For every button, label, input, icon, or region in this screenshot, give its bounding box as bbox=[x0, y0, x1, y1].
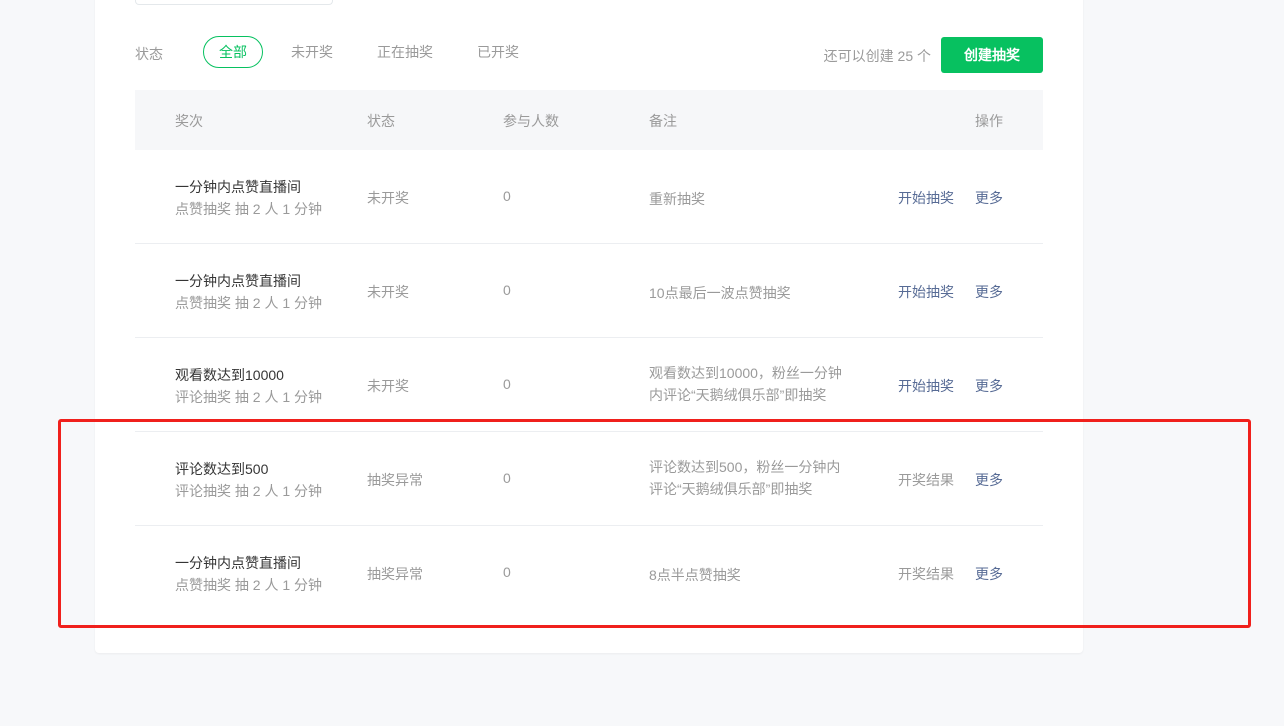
row-count: 0 bbox=[503, 470, 511, 486]
row-subtitle: 评论抽奖 抽 2 人 1 分钟 bbox=[175, 483, 323, 499]
row-title: 观看数达到10000 bbox=[175, 367, 284, 383]
start-lottery-button[interactable]: 开始抽奖 bbox=[898, 282, 954, 302]
filter-bar: 状态 全部 未开奖 正在抽奖 已开奖 还可以创建 25 个 创建抽奖 bbox=[135, 36, 1043, 73]
row-subtitle: 点赞抽奖 抽 2 人 1 分钟 bbox=[175, 295, 323, 311]
more-button[interactable]: 更多 bbox=[975, 564, 1003, 584]
header-name: 奖次 bbox=[175, 113, 203, 129]
remaining-count-text: 还可以创建 25 个 bbox=[823, 48, 931, 64]
more-button[interactable]: 更多 bbox=[975, 282, 1003, 302]
tab-not-drawn[interactable]: 未开奖 bbox=[275, 36, 349, 68]
draw-result-button[interactable]: 开奖结果 bbox=[898, 470, 954, 490]
row-count: 0 bbox=[503, 282, 511, 298]
more-button[interactable]: 更多 bbox=[975, 470, 1003, 490]
header-op: 操作 bbox=[975, 113, 1003, 129]
tab-drawing[interactable]: 正在抽奖 bbox=[361, 36, 449, 68]
table-row: 一分钟内点赞直播间 点赞抽奖 抽 2 人 1 分钟 未开奖 0 10点最后一波点… bbox=[135, 244, 1043, 338]
row-title: 一分钟内点赞直播间 bbox=[175, 555, 301, 571]
status-tabs: 全部 未开奖 正在抽奖 已开奖 bbox=[203, 36, 547, 68]
tab-drawn[interactable]: 已开奖 bbox=[461, 36, 535, 68]
row-note: 评论数达到500，粉丝一分钟内 评论“天鹅绒俱乐部”即抽奖 bbox=[649, 459, 841, 497]
row-note: 观看数达到10000，粉丝一分钟 内评论“天鹅绒俱乐部”即抽奖 bbox=[649, 365, 842, 403]
row-status: 未开奖 bbox=[367, 284, 409, 300]
table-row: 一分钟内点赞直播间 点赞抽奖 抽 2 人 1 分钟 未开奖 0 重新抽奖 开始抽… bbox=[135, 150, 1043, 244]
row-status: 抽奖异常 bbox=[367, 472, 423, 488]
more-button[interactable]: 更多 bbox=[975, 376, 1003, 396]
start-lottery-button[interactable]: 开始抽奖 bbox=[898, 188, 954, 208]
tab-all[interactable]: 全部 bbox=[203, 36, 263, 68]
start-lottery-button[interactable]: 开始抽奖 bbox=[898, 376, 954, 396]
row-note: 10点最后一波点赞抽奖 bbox=[649, 285, 791, 301]
row-status: 未开奖 bbox=[367, 378, 409, 394]
row-status: 抽奖异常 bbox=[367, 566, 423, 582]
header-count: 参与人数 bbox=[503, 113, 559, 129]
row-subtitle: 点赞抽奖 抽 2 人 1 分钟 bbox=[175, 577, 323, 593]
draw-result-button[interactable]: 开奖结果 bbox=[898, 564, 954, 584]
row-subtitle: 点赞抽奖 抽 2 人 1 分钟 bbox=[175, 201, 323, 217]
row-title: 一分钟内点赞直播间 bbox=[175, 179, 301, 195]
row-count: 0 bbox=[503, 376, 511, 392]
create-lottery-button[interactable]: 创建抽奖 bbox=[941, 37, 1043, 73]
row-note: 重新抽奖 bbox=[649, 191, 705, 207]
row-title: 一分钟内点赞直播间 bbox=[175, 273, 301, 289]
row-count: 0 bbox=[503, 564, 511, 580]
row-title: 评论数达到500 bbox=[175, 461, 269, 477]
more-button[interactable]: 更多 bbox=[975, 188, 1003, 208]
table-row: 评论数达到500 评论抽奖 抽 2 人 1 分钟 抽奖异常 0 评论数达到500… bbox=[135, 432, 1043, 526]
row-subtitle: 评论抽奖 抽 2 人 1 分钟 bbox=[175, 389, 323, 405]
lottery-table: 奖次 状态 参与人数 备注 操作 一分钟内点赞直播间 点赞抽奖 抽 2 人 1 … bbox=[135, 90, 1043, 619]
header-status: 状态 bbox=[367, 113, 395, 129]
row-note: 8点半点赞抽奖 bbox=[649, 567, 741, 583]
row-count: 0 bbox=[503, 188, 511, 204]
table-row: 一分钟内点赞直播间 点赞抽奖 抽 2 人 1 分钟 抽奖异常 0 8点半点赞抽奖… bbox=[135, 526, 1043, 619]
row-status: 未开奖 bbox=[367, 190, 409, 206]
lottery-list-card: 状态 全部 未开奖 正在抽奖 已开奖 还可以创建 25 个 创建抽奖 奖次 状态… bbox=[95, 0, 1083, 653]
table-row: 观看数达到10000 评论抽奖 抽 2 人 1 分钟 未开奖 0 观看数达到10… bbox=[135, 338, 1043, 432]
filter-label: 状态 bbox=[135, 46, 163, 62]
header-note: 备注 bbox=[649, 113, 677, 129]
search-input[interactable] bbox=[135, 0, 333, 5]
table-header: 奖次 状态 参与人数 备注 操作 bbox=[135, 90, 1043, 150]
